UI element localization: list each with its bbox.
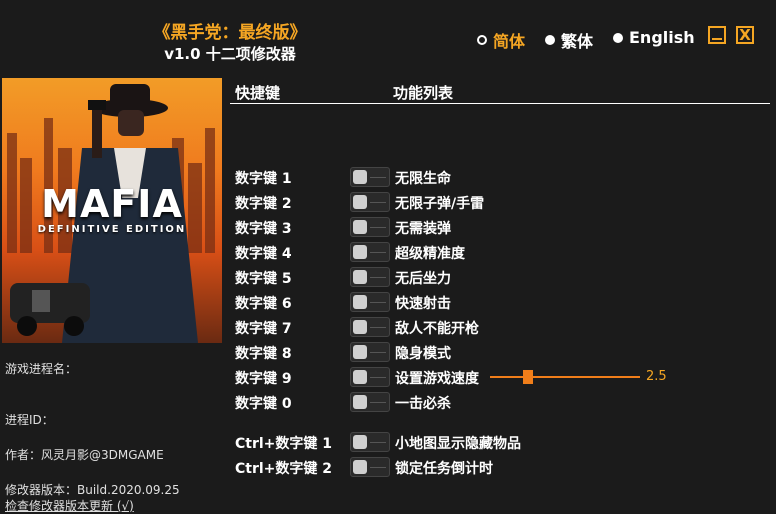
- cheat-label: 超级精准度: [395, 246, 465, 262]
- hotkey-label: Ctrl+数字键 1: [235, 436, 333, 452]
- hotkey-label: 数字键 9: [235, 371, 292, 387]
- hotkey-label: 数字键 7: [235, 321, 292, 337]
- lang-traditional-label: 繁体: [561, 32, 594, 51]
- cheat-label: 无后坐力: [395, 271, 451, 287]
- hotkey-label: 数字键 6: [235, 296, 292, 312]
- hotkey-label: 数字键 0: [235, 396, 292, 412]
- hotkey-label: 数字键 5: [235, 271, 292, 287]
- version-label: 修改器版本：Build.2020.09.25: [5, 483, 180, 497]
- cheat-label: 无限生命: [395, 171, 451, 187]
- game-speed-slider[interactable]: [490, 370, 640, 384]
- game-speed-value: 2.5: [646, 369, 667, 384]
- cheat-toggle[interactable]: [350, 192, 390, 212]
- hotkey-label: 数字键 2: [235, 196, 292, 212]
- cover-edition: DEFINITIVE EDITION: [37, 224, 187, 235]
- hotkey-label: 数字键 1: [235, 171, 292, 187]
- cheat-toggle[interactable]: [350, 367, 390, 387]
- cheat-label: 快速射击: [395, 296, 451, 312]
- hotkey-label: Ctrl+数字键 2: [235, 461, 333, 477]
- cheat-toggle[interactable]: [350, 457, 390, 477]
- hotkey-label: 数字键 4: [235, 246, 292, 262]
- cheat-label: 一击必杀: [395, 396, 451, 412]
- cheat-label: 敌人不能开枪: [395, 321, 479, 337]
- process-id-label: 进程ID：: [5, 413, 54, 427]
- process-name-label: 游戏进程名：: [5, 362, 78, 376]
- check-update-link[interactable]: 检查修改器版本更新 (√): [5, 497, 134, 514]
- cheat-toggle[interactable]: [350, 392, 390, 412]
- cover-logo: MAFIA: [41, 182, 183, 226]
- cheat-label: 无限子弹/手雷: [395, 196, 485, 212]
- lang-traditional[interactable]: 繁体: [545, 28, 593, 52]
- cheat-toggle[interactable]: [350, 167, 390, 187]
- lang-simplified[interactable]: 简体: [477, 28, 525, 52]
- cheat-toggle[interactable]: [350, 217, 390, 237]
- trainer-subtitle: v1.0 十二项修改器: [164, 45, 296, 63]
- cheat-label: 小地图显示隐藏物品: [395, 436, 521, 452]
- cheat-label: 无需装弹: [395, 221, 451, 237]
- close-icon[interactable]: X: [736, 26, 754, 44]
- radio-unselected-icon: [613, 32, 623, 43]
- radio-unselected-icon: [545, 35, 555, 45]
- game-title: 《黑手党：最终版》: [153, 23, 307, 43]
- cheat-label: 设置游戏速度: [395, 371, 479, 387]
- author-label: 作者：风灵月影@3DMGAME: [5, 448, 164, 462]
- lang-english[interactable]: English: [613, 28, 695, 47]
- cheat-label: 锁定任务倒计时: [395, 461, 493, 477]
- cheat-label: 隐身模式: [395, 346, 451, 362]
- slider-thumb[interactable]: [523, 370, 533, 384]
- cheat-toggle[interactable]: [350, 242, 390, 262]
- game-cover-image: MAFIA DEFINITIVE EDITION: [2, 78, 222, 343]
- cheat-toggle[interactable]: [350, 432, 390, 452]
- function-column-header: 功能列表: [393, 84, 454, 102]
- cheat-toggle[interactable]: [350, 342, 390, 362]
- cheat-toggle[interactable]: [350, 267, 390, 287]
- cheat-toggle[interactable]: [350, 292, 390, 312]
- hotkey-label: 数字键 3: [235, 221, 292, 237]
- cheat-toggle[interactable]: [350, 317, 390, 337]
- hotkey-label: 数字键 8: [235, 346, 292, 362]
- header-divider: [230, 103, 770, 104]
- hotkey-column-header: 快捷键: [235, 84, 281, 102]
- lang-english-label: English: [629, 28, 695, 47]
- lang-simplified-label: 简体: [493, 32, 526, 51]
- radio-selected-icon: [477, 35, 487, 45]
- minimize-icon[interactable]: [708, 26, 726, 44]
